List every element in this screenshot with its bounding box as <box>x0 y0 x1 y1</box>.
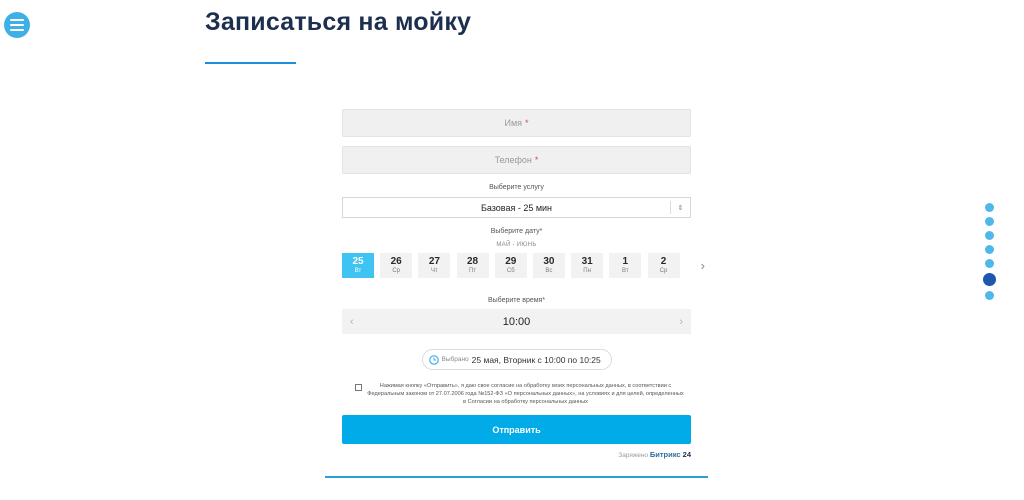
section-nav-dot-4[interactable] <box>985 259 994 268</box>
section-nav-dot-3[interactable] <box>985 245 994 254</box>
chevron-right-icon[interactable]: › <box>679 316 683 328</box>
phone-placeholder: Телефон <box>494 155 532 165</box>
date-day-5[interactable]: 30 Вс <box>532 253 565 278</box>
required-mark: * <box>534 155 539 165</box>
day-weekday: Пт <box>469 268 477 274</box>
date-label: Выберите дату* <box>490 228 543 235</box>
day-number: 29 <box>505 256 517 267</box>
consent-block: Нажимая кнопку «Отправить», я даю свое с… <box>342 383 691 406</box>
page-title: Записаться на мойку <box>205 8 472 36</box>
date-day-2[interactable]: 27 Чт <box>418 253 451 278</box>
date-day-4[interactable]: 29 Сб <box>494 253 527 278</box>
month-label: МАЙ - ИЮНЬ <box>496 242 537 248</box>
menu-icon-line <box>10 19 24 21</box>
booking-form: Имя * Телефон * Выберите услугу Базовая … <box>342 109 705 459</box>
consent-checkbox[interactable] <box>355 384 362 391</box>
section-nav-dot-0[interactable] <box>985 203 994 212</box>
clock-icon <box>428 354 439 365</box>
service-label: Выберите услугу <box>489 184 544 191</box>
date-day-7[interactable]: 1 Вт <box>609 253 642 278</box>
day-number: 27 <box>428 256 440 267</box>
day-weekday: Ср <box>659 268 668 274</box>
day-number: 25 <box>352 256 364 267</box>
section-nav <box>983 203 996 305</box>
powered-by[interactable]: Заряжено Битрикс 24 <box>342 450 691 459</box>
consent-text: Нажимая кнопку «Отправить», я даю свое с… <box>367 383 684 405</box>
service-value: Базовая - 25 мин <box>480 202 553 213</box>
date-day-8[interactable]: 2 Ср <box>647 253 680 278</box>
day-number: 31 <box>581 256 593 267</box>
date-day-1[interactable]: 26 Ср <box>380 253 413 278</box>
name-placeholder: Имя <box>504 118 522 128</box>
time-value: 10:00 <box>502 315 531 328</box>
menu-icon-line <box>10 29 24 31</box>
day-weekday: Чт <box>431 268 438 274</box>
name-input[interactable]: Имя * <box>342 109 691 137</box>
day-number: 2 <box>660 256 667 267</box>
day-weekday: Вт <box>622 268 629 274</box>
day-weekday: Пн <box>583 268 591 274</box>
section-nav-dot-2[interactable] <box>985 231 994 240</box>
section-nav-dot-1[interactable] <box>985 217 994 226</box>
chevron-right-icon[interactable]: › <box>701 258 705 273</box>
selected-label: Выбрано <box>441 356 469 363</box>
date-day-3[interactable]: 28 Пт <box>456 253 489 278</box>
date-picker: 25 Вт 26 Ср 27 Чт 28 Пт 29 Сб 30 Вс 31 П… <box>342 253 705 278</box>
submit-button[interactable]: Отправить <box>342 415 691 445</box>
select-arrows-icon: ⇕ <box>670 201 690 214</box>
time-picker: ‹ 10:00 › <box>342 309 691 334</box>
day-number: 28 <box>467 256 479 267</box>
day-weekday: Ср <box>392 268 401 274</box>
title-underline <box>205 62 296 64</box>
powered-label: Заряжено <box>618 452 649 460</box>
day-weekday: Вс <box>545 268 553 274</box>
brand-name: Битрикс <box>649 450 681 460</box>
chevron-left-icon[interactable]: ‹ <box>350 316 354 328</box>
selected-value: 25 мая, Вторник с 10:00 по 10:25 <box>471 354 601 365</box>
day-number: 26 <box>390 256 402 267</box>
brand-number: 24 <box>682 450 691 460</box>
section-nav-dot-5[interactable] <box>983 273 996 286</box>
required-mark: * <box>525 118 529 128</box>
menu-icon-line <box>10 24 24 26</box>
day-number: 30 <box>543 256 555 267</box>
selected-slot-badge: Выбрано 25 мая, Вторник с 10:00 по 10:25 <box>421 349 612 370</box>
day-weekday: Вт <box>354 268 362 274</box>
form-bottom-line <box>325 476 708 478</box>
bitrix24-logo: Битрикс 24 <box>650 450 691 459</box>
service-select[interactable]: Базовая - 25 мин ⇕ <box>342 197 691 218</box>
day-number: 1 <box>622 256 629 267</box>
day-weekday: Сб <box>506 268 515 274</box>
section-nav-dot-6[interactable] <box>985 291 994 300</box>
date-day-6[interactable]: 31 Пн <box>571 253 604 278</box>
time-label: Выберите время* <box>487 297 546 304</box>
date-day-0[interactable]: 25 Вт <box>342 253 374 278</box>
phone-input[interactable]: Телефон * <box>342 146 691 174</box>
menu-button[interactable] <box>4 12 30 38</box>
